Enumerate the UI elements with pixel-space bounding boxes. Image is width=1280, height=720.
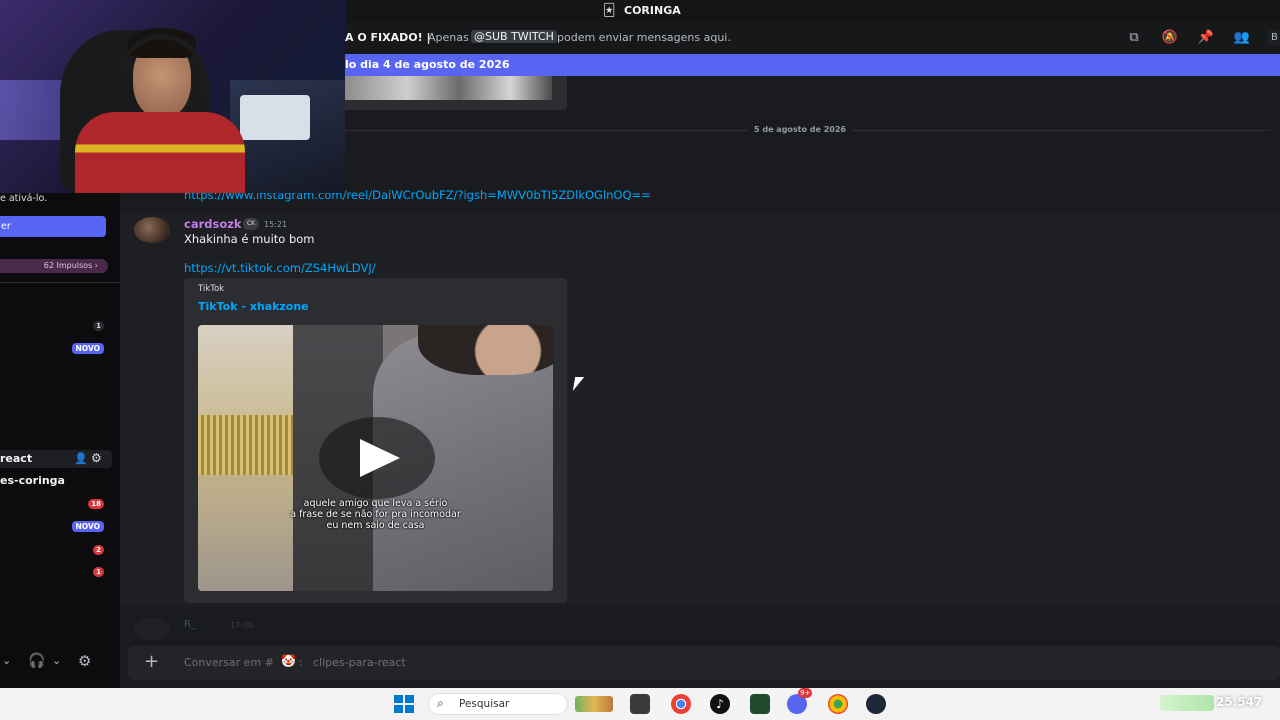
message-composer[interactable]: + Conversar em # 🤡 : clipes-para-react: [128, 646, 1280, 680]
previous-embed-thumbnail[interactable]: [345, 76, 552, 100]
user-settings-gear-icon[interactable]: ⚙: [78, 652, 91, 670]
composer-placeholder: Conversar em #: [184, 656, 274, 669]
message-text: Xhakinha é muito bom: [184, 232, 315, 246]
activate-text: e ativá-lo.: [0, 193, 48, 204]
avatar[interactable]: [134, 217, 170, 243]
date-divider: 5 de agosto de 2026: [748, 125, 852, 134]
video-caption: aquele amigo que leva a sério a frase de…: [290, 498, 461, 531]
terminal-icon[interactable]: [750, 694, 770, 714]
embed-provider: TikTok: [198, 284, 225, 294]
restriction-suffix: podem enviar mensagens aqui.: [557, 31, 731, 44]
boost-progress[interactable]: 62 Impulsos ›: [0, 259, 108, 273]
play-icon: [360, 439, 400, 477]
new-badge: NOVO: [71, 343, 104, 354]
threads-icon[interactable]: ⧉: [1125, 29, 1143, 47]
members-icon[interactable]: 👥: [1233, 29, 1251, 47]
mention-badge: 18: [88, 499, 104, 509]
pin-icon[interactable]: 📌: [1197, 29, 1215, 47]
tiktok-link[interactable]: https://vt.tiktok.com/ZS4HwLDVJ/: [184, 261, 376, 275]
link-embed: TikTok TikTok - xhakzone aquele amigo qu…: [184, 278, 567, 603]
role-mention[interactable]: @SUB TWITCH: [471, 30, 557, 43]
previous-embed: [345, 76, 567, 110]
chevron-down-icon[interactable]: ⌄: [2, 654, 11, 667]
category-label: react: [0, 452, 33, 465]
unread-count-badge: 1: [93, 321, 104, 331]
embed-title[interactable]: TikTok - xhakzone: [198, 300, 309, 313]
channel-emoji-icon: 🤡: [281, 654, 296, 668]
restriction-prefix: Apenas: [428, 31, 469, 44]
user-panel: ⌄ 🎧 ⌄ ⚙: [0, 646, 120, 680]
chevron-down-icon[interactable]: ⌄: [52, 654, 61, 667]
mute-bell-icon[interactable]: 🔕: [1161, 29, 1179, 47]
divider: [0, 282, 120, 283]
channel-item[interactable]: es-coringa: [0, 474, 65, 487]
message-author[interactable]: R_: [184, 619, 196, 630]
file-explorer-icon[interactable]: [630, 694, 650, 714]
mention-badge: 2: [93, 545, 104, 555]
new-badge: NOVO: [71, 521, 104, 532]
play-button[interactable]: [319, 417, 435, 499]
discord-notification-badge: 9+: [798, 688, 813, 698]
add-member-icon[interactable]: 👤: [74, 452, 88, 465]
channel-title: CORINGA: [624, 4, 681, 17]
webcam-overlay: [0, 0, 345, 193]
steam-icon[interactable]: [866, 694, 886, 714]
tiktok-icon[interactable]: ♪: [710, 694, 730, 714]
activate-button[interactable]: er: [0, 216, 106, 237]
message-timestamp: 15:21: [264, 220, 288, 229]
channel-emoji-icon: 🃏: [603, 3, 616, 17]
chrome-profile-icon[interactable]: [828, 694, 848, 714]
new-messages-banner[interactable]: lo dia 4 de agosto de 2026: [345, 54, 1280, 76]
server-tag-badge: CK: [243, 218, 259, 230]
discord-icon[interactable]: 9+: [787, 688, 813, 714]
tray-widget[interactable]: [1160, 695, 1214, 711]
taskbar-search[interactable]: ⌕ Pesquisar: [428, 693, 613, 715]
chrome-icon[interactable]: [671, 694, 691, 714]
gear-icon[interactable]: ⚙: [91, 451, 102, 465]
windows-start-icon[interactable]: [394, 695, 414, 713]
mention-badge: 1: [93, 567, 104, 577]
search-highlight-icon: [575, 696, 613, 712]
boost-label: 62 Impulsos: [43, 261, 93, 270]
jersey: [75, 112, 245, 193]
composer-channel-name: clipes-para-react: [313, 656, 406, 669]
app-window: e ativá-lo. er 62 Impulsos › 1 NOVO reac…: [0, 0, 1280, 720]
category-react[interactable]: react 👤 ⚙: [0, 450, 112, 468]
search-box[interactable]: B: [1267, 30, 1280, 46]
add-attachment-icon[interactable]: +: [144, 651, 159, 673]
embed-video[interactable]: aquele amigo que leva a sério a frase de…: [198, 325, 553, 591]
channel-header: 🃏 CORINGA: [345, 0, 1280, 22]
pinned-notice: A O FIXADO! |: [345, 31, 431, 44]
windows-taskbar: ⌕ Pesquisar ♪ 9+ 25.547: [0, 688, 1280, 720]
avatar[interactable]: [134, 618, 170, 640]
tray-counter: 25.547: [1216, 695, 1263, 709]
banner-text: lo dia 4 de agosto de 2026: [345, 58, 510, 71]
message-timestamp: 17:00: [230, 621, 254, 630]
channel-topic-bar: A O FIXADO! | Apenas @SUB TWITCH podem e…: [345, 22, 1280, 54]
search-icon: ⌕: [437, 696, 444, 710]
search-label: Pesquisar: [459, 698, 510, 710]
headphones-icon[interactable]: 🎧: [28, 653, 45, 669]
message-author[interactable]: cardsozk: [184, 217, 242, 231]
